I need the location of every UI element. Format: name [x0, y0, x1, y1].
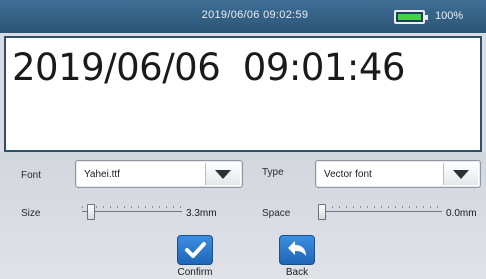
confirm-label: Confirm: [177, 267, 213, 278]
back-arrow-icon: [288, 241, 306, 256]
battery-percent: 100%: [435, 10, 464, 22]
font-select[interactable]: Yahei.ttf: [75, 160, 243, 188]
size-slider-ticks: [82, 206, 182, 208]
space-slider-track: [318, 211, 442, 212]
space-label: Space: [262, 208, 291, 219]
back-label: Back: [285, 267, 309, 278]
size-slider-track: [82, 211, 182, 212]
font-dropdown-button[interactable]: [205, 163, 240, 185]
font-label: Font: [21, 170, 42, 181]
size-value: 3.3mm: [186, 208, 217, 219]
space-slider-thumb[interactable]: [318, 204, 326, 220]
size-slider[interactable]: [82, 202, 182, 222]
settings-panel: Font Yahei.ttf Type Vector font Size 3.3…: [0, 152, 486, 279]
space-slider-ticks: [318, 206, 442, 208]
size-slider-thumb[interactable]: [87, 204, 95, 220]
battery-fill: [398, 14, 421, 20]
text-preview-area: 2019/06/06 09:01:46: [4, 36, 482, 152]
type-select[interactable]: Vector font: [315, 160, 481, 188]
checkmark-icon: [185, 242, 206, 258]
dropdown-arrow-icon: [453, 170, 469, 179]
back-button[interactable]: [279, 235, 315, 265]
battery-nub: [425, 15, 428, 20]
type-label: Type: [262, 167, 284, 178]
font-select-value: Yahei.ttf: [84, 169, 120, 180]
preview-text: 2019/06/06 09:01:46: [12, 46, 405, 89]
type-dropdown-button[interactable]: [443, 163, 478, 185]
space-value: 0.0mm: [446, 208, 477, 219]
confirm-button[interactable]: [177, 235, 213, 265]
space-slider[interactable]: [318, 202, 442, 222]
size-label: Size: [21, 208, 41, 219]
dropdown-arrow-icon: [215, 170, 231, 179]
type-select-value: Vector font: [324, 169, 372, 180]
battery-icon: [394, 10, 428, 24]
status-datetime: 2019/06/06 09:02:59: [201, 9, 309, 21]
status-bar: 2019/06/06 09:02:59 100%: [0, 0, 486, 33]
